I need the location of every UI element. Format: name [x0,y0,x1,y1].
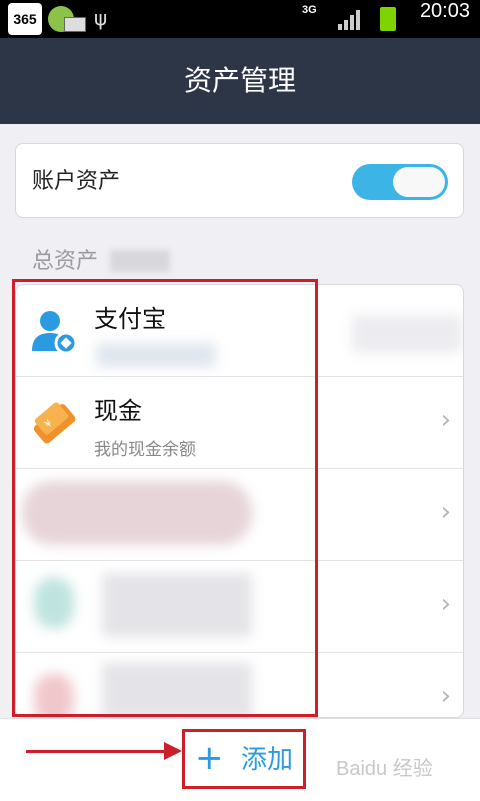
redacted-balance [96,343,216,367]
account-assets-label: 账户资产 [32,169,121,194]
account-list: 支付宝 ¥ 现金 我的现金余额 › › › › [15,284,464,718]
alipay-user-icon [32,311,78,355]
account-title: 现金 [94,397,142,425]
battery-icon [380,7,396,31]
chevron-right-icon: › [440,589,451,619]
account-assets-card: 账户资产 [15,143,464,218]
add-label: 添加 [241,745,294,775]
title-bar: 资产管理 [0,38,480,124]
annotation-arrow-head [164,742,182,760]
total-assets-label: 总资产 [32,249,99,274]
account-row-cash[interactable]: ¥ 现金 我的现金余额 › [16,377,463,469]
status-time: 20:03 [419,0,470,22]
chevron-right-icon: › [440,681,451,711]
status-bar: 365 ψ 3G 20:03 [0,0,480,38]
cash-wallet-icon: ¥ [33,402,76,444]
account-subtitle: 我的现金余额 [94,440,196,460]
account-assets-toggle[interactable] [352,164,448,200]
account-row-redacted[interactable]: › [16,469,463,561]
redacted-icon [34,577,74,629]
add-account-button[interactable]: + 添加 [182,729,306,789]
account-row-alipay[interactable]: 支付宝 [16,285,463,377]
app-365-icon: 365 [8,3,42,35]
chevron-right-icon: › [440,497,451,527]
redacted-account [102,663,252,717]
chevron-right-icon: › [440,405,451,435]
signal-icon [338,10,362,30]
account-row-redacted[interactable]: › [16,561,463,653]
plus-icon: + [195,738,224,778]
account-row-redacted[interactable]: › [16,653,463,717]
redacted-icon [34,673,74,717]
network-type-label: 3G [302,4,317,16]
redacted-account [22,481,252,545]
mail-icon [64,17,86,32]
baidu-watermark: Baidu 经验 [336,758,433,780]
toggle-knob [393,167,445,197]
redacted-account [102,573,252,637]
account-title: 支付宝 [94,305,166,333]
annotation-arrow-line [26,750,176,753]
redacted-value [352,315,462,353]
total-assets-value-redacted [110,250,170,272]
page-title: 资产管理 [183,64,296,97]
usb-icon: ψ [94,6,108,30]
